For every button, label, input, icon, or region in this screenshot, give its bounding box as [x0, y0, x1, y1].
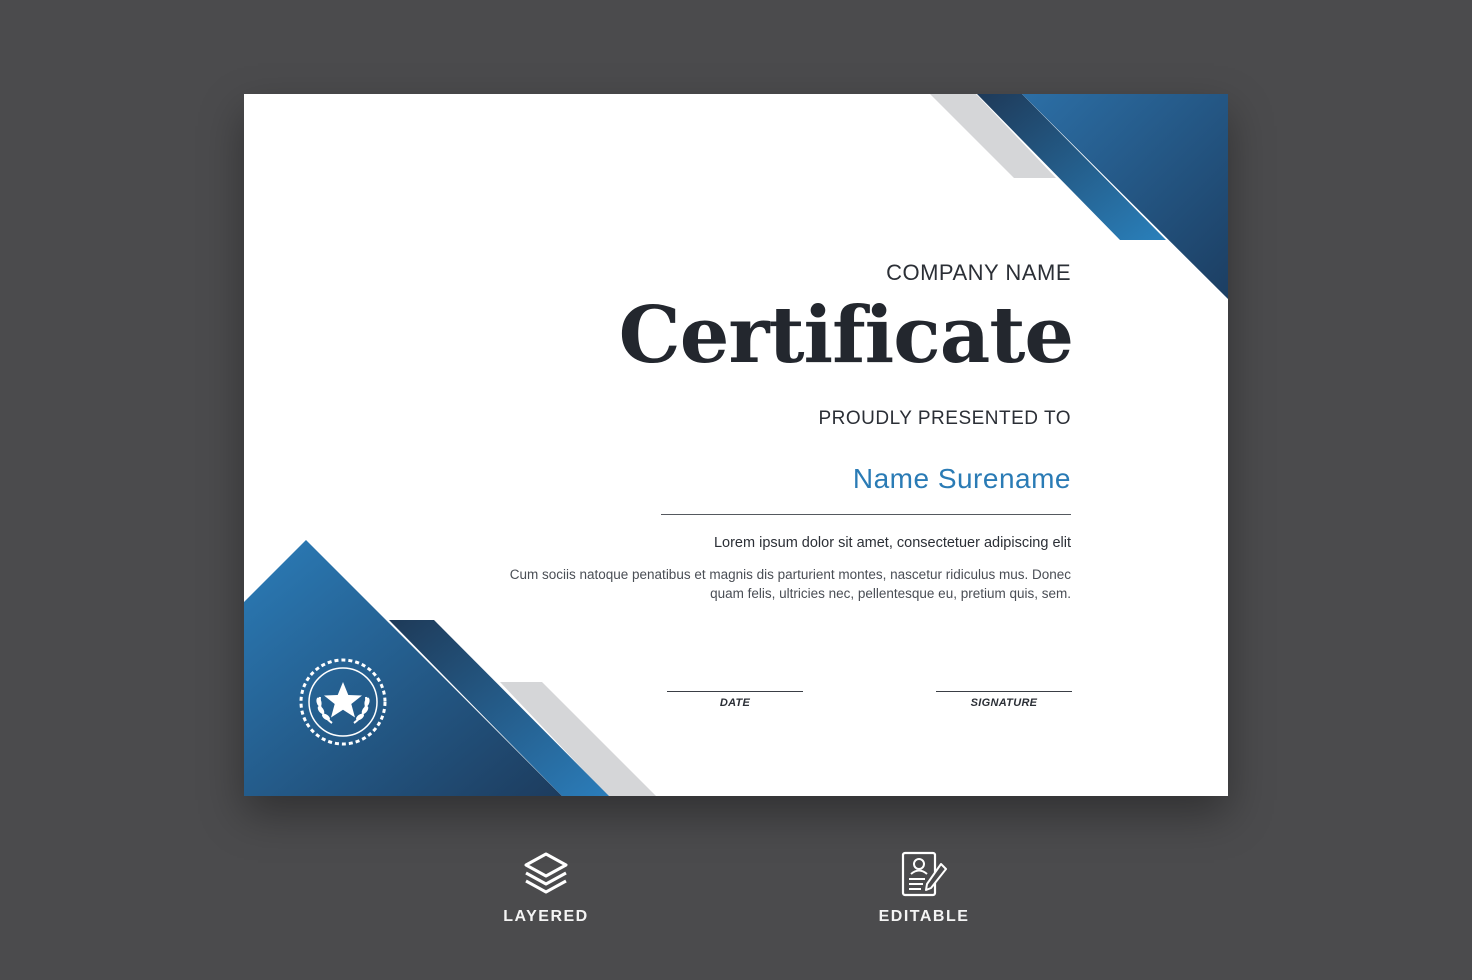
date-line — [667, 691, 803, 692]
certificate-title: Certificate — [618, 290, 1074, 381]
date-block: DATE — [667, 691, 803, 709]
body-text-line-2: quam felis, ultricies nec, pellentesque … — [710, 586, 1071, 601]
presented-to-label: PROUDLY PRESENTED TO — [818, 408, 1071, 429]
signature-line — [936, 691, 1072, 692]
signature-label: SIGNATURE — [970, 697, 1038, 709]
document-edit-icon — [901, 851, 947, 897]
feature-label-layered: LAYERED — [503, 908, 589, 925]
lead-text: Lorem ipsum dolor sit amet, consectetuer… — [713, 535, 1071, 551]
feature-label-editable: EDITABLE — [878, 908, 970, 925]
laurel-star-seal-icon — [299, 658, 387, 746]
body-text-line-1: Cum sociis natoque penatibus et magnis d… — [509, 567, 1071, 582]
layers-icon — [524, 852, 568, 894]
feature-editable: EDITABLE — [854, 850, 994, 926]
feature-layered: LAYERED — [476, 850, 616, 926]
recipient-name: Name Surename — [852, 463, 1071, 494]
certificate-card: COMPANY NAME Certificate PROUDLY PRESENT… — [244, 94, 1228, 796]
company-name: COMPANY NAME — [886, 260, 1071, 285]
name-underline — [661, 514, 1071, 515]
body-text: Cum sociis natoque penatibus et magnis d… — [431, 565, 1071, 603]
date-label: DATE — [719, 697, 751, 709]
signature-block: SIGNATURE — [936, 691, 1072, 709]
